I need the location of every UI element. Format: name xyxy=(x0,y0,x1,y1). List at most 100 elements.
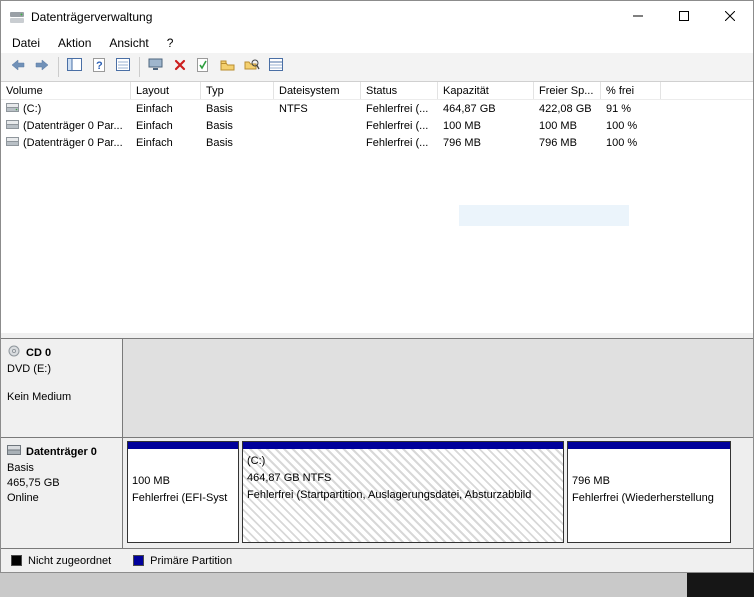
unallocated-color-swatch xyxy=(11,555,22,566)
cell-status: Fehlerfrei (... xyxy=(361,103,438,115)
help-icon: ? xyxy=(93,58,105,77)
primary-partition-strip xyxy=(568,442,730,449)
column-header-typ[interactable]: Typ xyxy=(201,82,274,99)
cell-typ: Basis xyxy=(201,103,274,115)
cell-frei-pct: 91 % xyxy=(601,103,661,115)
menu-item-datei[interactable]: Datei xyxy=(3,34,49,52)
minimize-button[interactable] xyxy=(615,1,661,32)
title-bar: Datenträgerverwaltung xyxy=(1,1,753,32)
cell-status: Fehlerfrei (... xyxy=(361,120,438,132)
column-header-layout[interactable]: Layout xyxy=(131,82,201,99)
search-folder-button[interactable] xyxy=(240,56,263,78)
disk0-content: 100 MB Fehlerfrei (EFI-Syst (C:) 464,87 … xyxy=(123,438,753,548)
partition-efi[interactable]: 100 MB Fehlerfrei (EFI-Syst xyxy=(127,441,239,543)
cell-kapazitaet: 464,87 GB xyxy=(438,103,534,115)
disk0-status: Online xyxy=(7,492,116,504)
disk0-type: Basis xyxy=(7,462,116,474)
volume-icon xyxy=(6,136,19,150)
taskbar-fragment[interactable] xyxy=(687,573,754,597)
partition-status: Fehlerfrei (Wiederherstellung xyxy=(572,490,730,507)
back-button[interactable] xyxy=(6,56,29,78)
computer-management-button[interactable] xyxy=(144,56,167,78)
cd-media-status: Kein Medium xyxy=(7,391,116,403)
cell-layout: Einfach xyxy=(131,103,201,115)
delete-button[interactable] xyxy=(168,56,191,78)
menu-bar: Datei Aktion Ansicht ? xyxy=(1,32,753,53)
cell-layout: Einfach xyxy=(131,137,201,149)
cell-kapazitaet: 100 MB xyxy=(438,120,534,132)
cell-freier-sp: 796 MB xyxy=(534,137,601,149)
cell-typ: Basis xyxy=(201,137,274,149)
table-row[interactable]: (Datenträger 0 Par... Einfach Basis Fehl… xyxy=(1,134,753,151)
disk-icon xyxy=(7,444,21,459)
cd-icon xyxy=(7,345,21,360)
column-header-status[interactable]: Status xyxy=(361,82,438,99)
forward-arrow-icon xyxy=(34,58,50,77)
close-icon xyxy=(725,8,735,26)
cell-freier-sp: 422,08 GB xyxy=(534,103,601,115)
volume-name: (C:) xyxy=(23,103,41,115)
menu-item-aktion[interactable]: Aktion xyxy=(49,34,100,52)
properties-table-button[interactable] xyxy=(264,56,287,78)
minimize-icon xyxy=(633,8,643,26)
cd-drive-letter: DVD (E:) xyxy=(7,363,116,375)
cell-status: Fehlerfrei (... xyxy=(361,137,438,149)
partition-size: 464,87 GB NTFS xyxy=(247,470,563,487)
column-header-kapazitaet[interactable]: Kapazität xyxy=(438,82,534,99)
window-controls xyxy=(615,1,753,32)
volume-name: (Datenträger 0 Par... xyxy=(23,137,123,149)
check-document-button[interactable] xyxy=(192,56,215,78)
disk-management-app-icon xyxy=(9,9,25,25)
cell-kapazitaet: 796 MB xyxy=(438,137,534,149)
desktop-background xyxy=(0,573,754,597)
cell-frei-pct: 100 % xyxy=(601,120,661,132)
table-row[interactable]: (Datenträger 0 Par... Einfach Basis Fehl… xyxy=(1,117,753,134)
legend-item-unallocated: Nicht zugeordnet xyxy=(11,555,111,567)
column-header-frei-pct[interactable]: % frei xyxy=(601,82,661,99)
cd-drive-row: CD 0 DVD (E:) Kein Medium xyxy=(1,338,753,437)
partition-size: 100 MB xyxy=(132,473,238,490)
disk-management-window: Datenträgerverwaltung Datei Aktion Ansic… xyxy=(0,0,754,573)
column-header-volume[interactable]: Volume xyxy=(1,82,131,99)
disk0-capacity: 465,75 GB xyxy=(7,477,116,489)
disk0-panel[interactable]: Datenträger 0 Basis 465,75 GB Online xyxy=(1,438,123,548)
forward-button[interactable] xyxy=(30,56,53,78)
column-header-freier-sp[interactable]: Freier Sp... xyxy=(534,82,601,99)
volume-list-header: Volume Layout Typ Dateisystem Status Kap… xyxy=(1,82,753,100)
cell-typ: Basis xyxy=(201,120,274,132)
help-button[interactable]: ? xyxy=(87,56,110,78)
cd-drive-content[interactable] xyxy=(123,339,753,437)
screen: Datenträgerverwaltung Datei Aktion Ansic… xyxy=(0,0,754,597)
partition-recovery[interactable]: 796 MB Fehlerfrei (Wiederherstellung xyxy=(567,441,731,543)
partition-size: 796 MB xyxy=(572,473,730,490)
cd-drive-panel[interactable]: CD 0 DVD (E:) Kein Medium xyxy=(1,339,123,437)
menu-item-help[interactable]: ? xyxy=(158,34,183,52)
maximize-icon xyxy=(679,8,689,26)
disk0-row: Datenträger 0 Basis 465,75 GB Online 100… xyxy=(1,437,753,548)
back-arrow-icon xyxy=(10,58,26,77)
computer-management-icon xyxy=(148,58,163,76)
show-console-tree-button[interactable] xyxy=(63,56,86,78)
column-header-filler xyxy=(661,82,753,99)
toolbar: ? xyxy=(1,53,753,82)
menu-item-ansicht[interactable]: Ansicht xyxy=(100,34,157,52)
legend-label: Primäre Partition xyxy=(150,555,232,567)
legend-bar: Nicht zugeordnet Primäre Partition xyxy=(1,548,753,572)
column-header-dateisystem[interactable]: Dateisystem xyxy=(274,82,361,99)
search-folder-icon xyxy=(244,58,260,76)
maximize-button[interactable] xyxy=(661,1,707,32)
primary-partition-strip xyxy=(128,442,238,449)
disk0-name: Datenträger 0 xyxy=(26,446,97,458)
ghost-tooltip-artifact xyxy=(459,205,629,226)
cell-layout: Einfach xyxy=(131,120,201,132)
export-list-button[interactable] xyxy=(111,56,134,78)
open-folder-button[interactable] xyxy=(216,56,239,78)
volume-name: (Datenträger 0 Par... xyxy=(23,120,123,132)
partition-label: (C:) xyxy=(247,453,563,470)
partition-c[interactable]: (C:) 464,87 GB NTFS Fehlerfrei (Startpar… xyxy=(242,441,564,543)
volume-icon xyxy=(6,102,19,116)
cd-drive-name: CD 0 xyxy=(26,347,51,359)
close-button[interactable] xyxy=(707,1,753,32)
table-row[interactable]: (C:) Einfach Basis NTFS Fehlerfrei (... … xyxy=(1,100,753,117)
delete-x-icon xyxy=(174,58,186,76)
